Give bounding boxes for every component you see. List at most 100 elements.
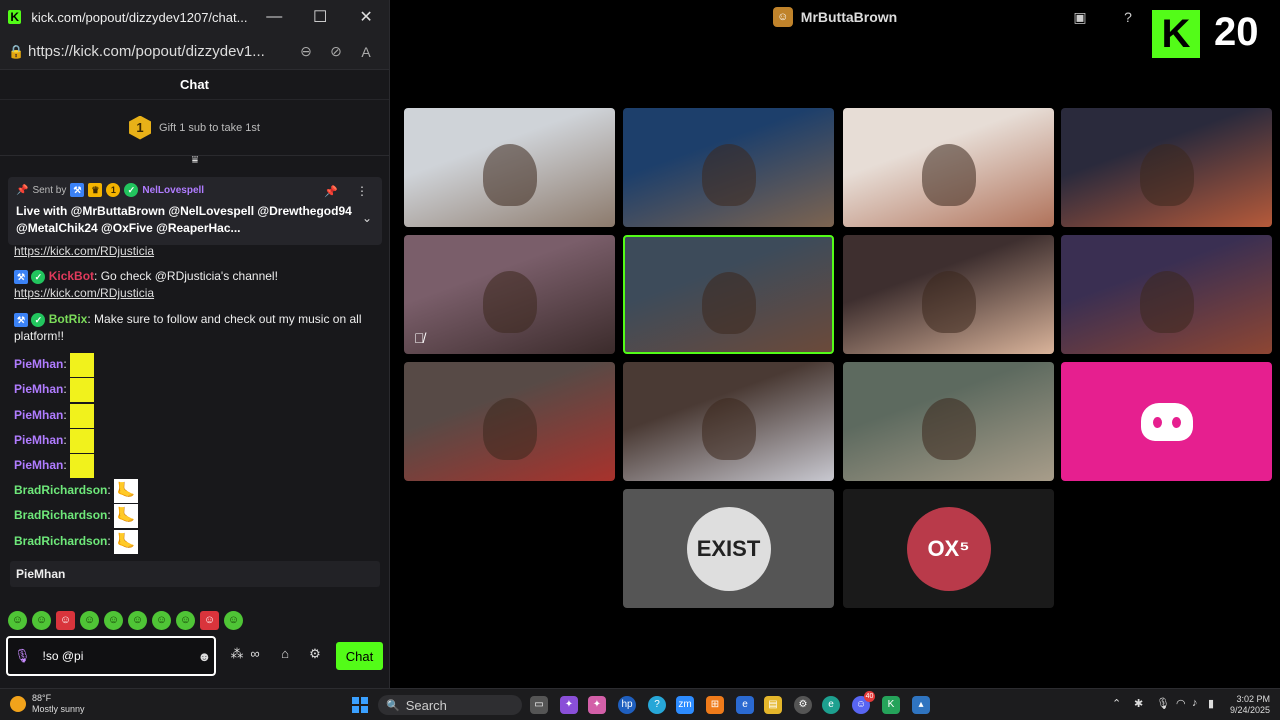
message-link[interactable]: https://kick.com/RDjusticia — [14, 244, 154, 258]
participant-video-tile[interactable] — [623, 235, 834, 354]
emote-shortcut-icon[interactable]: ☺ — [56, 611, 75, 630]
bluetooth-icon[interactable]: ✱ — [1134, 697, 1143, 710]
url-field[interactable]: https://kick.com/popout/dizzydev1... — [28, 43, 291, 60]
file-explorer-icon[interactable]: ▤ — [764, 696, 782, 714]
message-username[interactable]: PieMhan — [14, 433, 63, 447]
settings-gear-icon[interactable]: ⚙ — [304, 646, 326, 662]
participant-video-tile[interactable] — [623, 362, 834, 481]
store-icon[interactable]: ⌂ — [274, 646, 296, 661]
infinity-icon[interactable]: ∞ — [244, 646, 266, 661]
task-view-icon[interactable]: ▭ — [530, 696, 548, 714]
clock-time: 3:02 PM — [1236, 694, 1270, 704]
message-username[interactable]: BradRichardson — [14, 534, 107, 548]
emote-shortcut-icon[interactable]: ☺ — [200, 611, 219, 630]
emoji-icon[interactable]: ☻ — [198, 649, 212, 664]
participant-video-tile[interactable] — [843, 108, 1054, 227]
pin-icon[interactable]: 📌 — [324, 185, 338, 198]
emote-shortcut-icon[interactable]: ☺ — [8, 611, 27, 630]
yellow-emote-icon[interactable] — [70, 454, 95, 478]
participant-video-tile[interactable] — [404, 108, 615, 227]
message-username[interactable]: KickBot — [49, 269, 94, 283]
windows-store-icon[interactable]: ⊞ — [706, 696, 724, 714]
foot-emote-icon[interactable]: 🦶 — [114, 479, 139, 503]
filter-icon[interactable]: ⩸ — [188, 154, 202, 168]
edge-dev-icon[interactable]: e — [736, 696, 754, 714]
message-username[interactable]: BradRichardson — [14, 483, 107, 497]
hp-icon[interactable]: hp — [618, 696, 636, 714]
mic-tray-icon[interactable]: 🎙 — [1156, 697, 1170, 710]
participant-avatar-tile[interactable]: OX⁵ — [843, 489, 1054, 608]
emote-shortcut-icon[interactable]: ☺ — [152, 611, 171, 630]
participant-video-tile[interactable] — [623, 108, 834, 227]
reply-target[interactable]: PieMhan — [10, 561, 380, 587]
yellow-emote-icon[interactable] — [70, 378, 95, 402]
yellow-emote-icon[interactable] — [70, 353, 95, 377]
chat-header: Chat — [0, 70, 389, 100]
minimize-button[interactable]: — — [251, 8, 297, 26]
pinned-text: Live with @MrButtaBrown @NelLovespell @D… — [16, 204, 352, 235]
chevron-down-icon[interactable]: ⌄ — [362, 211, 372, 225]
close-button[interactable]: ✕ — [343, 7, 389, 27]
tracking-prevention-icon[interactable]: ⊘ — [321, 43, 351, 60]
pin-small-icon: 📌 — [16, 184, 29, 196]
yellow-emote-icon[interactable] — [70, 404, 95, 428]
message-username[interactable]: PieMhan — [14, 458, 63, 472]
message-link[interactable]: https://kick.com/RDjusticia — [14, 286, 154, 300]
message-username[interactable]: BotRix — [49, 312, 88, 326]
microphone-icon[interactable]: 🎙 — [14, 648, 31, 664]
participant-video-tile[interactable] — [1061, 108, 1272, 227]
pinned-username[interactable]: NelLovespell — [142, 185, 204, 196]
emote-shortcut-icon[interactable]: ☺ — [224, 611, 243, 630]
maximize-button[interactable]: ☐ — [297, 7, 343, 27]
message-username[interactable]: PieMhan — [14, 382, 63, 396]
battery-icon[interactable]: ▮ — [1208, 697, 1214, 710]
send-chat-button[interactable]: Chat — [336, 642, 383, 670]
participant-video-tile[interactable]: 🎙̸ — [404, 235, 615, 354]
emote-shortcut-icon[interactable]: ☺ — [104, 611, 123, 630]
tray-chevron-icon[interactable]: ⌃ — [1112, 697, 1121, 710]
chat-input-container[interactable]: 🎙 ☻ — [6, 636, 216, 676]
discord-tile[interactable] — [1061, 362, 1272, 481]
taskbar-clock[interactable]: 3:02 PM 9/24/2025 — [1226, 694, 1270, 716]
emote-shortcut-icon[interactable]: ☺ — [32, 611, 51, 630]
help-icon[interactable]: ? — [1118, 7, 1138, 27]
read-aloud-icon[interactable]: A — [351, 44, 381, 60]
settings-app-icon[interactable]: ⚙ — [794, 696, 812, 714]
yellow-emote-icon[interactable] — [70, 429, 95, 453]
streaming-app-icon[interactable]: ▴ — [912, 696, 930, 714]
zoom-icon[interactable]: ⊖ — [291, 43, 321, 60]
gift-leaderboard[interactable]: 1 Gift 1 sub to take 1st — [0, 100, 389, 156]
copilot-app-icon[interactable]: ✦ — [588, 696, 606, 714]
weather-widget[interactable]: 88°F Mostly sunny — [10, 693, 85, 715]
foot-emote-icon[interactable]: 🦶 — [114, 530, 139, 554]
store-app-icon[interactable]: ? — [648, 696, 666, 714]
chat-input[interactable] — [42, 649, 198, 663]
emote-shortcut-icon[interactable]: ☺ — [128, 611, 147, 630]
message-username[interactable]: BradRichardson — [14, 508, 107, 522]
participant-video-tile[interactable] — [1061, 235, 1272, 354]
taskbar-search[interactable]: 🔍 Search — [378, 695, 522, 715]
zoom-app-icon[interactable]: zm — [676, 696, 694, 714]
participant-video-tile[interactable] — [843, 235, 1054, 354]
lock-icon[interactable]: 🔒 — [8, 44, 28, 60]
wifi-icon[interactable]: ◠ — [1176, 697, 1186, 710]
message-username[interactable]: PieMhan — [14, 408, 63, 422]
message-username[interactable]: PieMhan — [14, 357, 63, 371]
moderator-badge-icon: ⚒ — [14, 269, 28, 284]
verified-badge-icon: ✓ — [31, 312, 46, 327]
emote-shortcut-icon[interactable]: ☺ — [80, 611, 99, 630]
participant-video-tile[interactable] — [843, 362, 1054, 481]
copilot-icon[interactable]: ✦ — [560, 696, 578, 714]
volume-icon[interactable]: ♪ — [1192, 697, 1198, 709]
edge-browser-icon[interactable]: e — [822, 696, 840, 714]
start-button[interactable] — [352, 697, 368, 713]
more-options-icon[interactable]: ⋮ — [356, 184, 368, 198]
host-avatar[interactable]: ☺ — [772, 7, 793, 27]
record-icon[interactable]: ▣ — [1070, 7, 1090, 27]
host-name[interactable]: MrButtaBrown — [801, 9, 897, 25]
foot-emote-icon[interactable]: 🦶 — [114, 504, 139, 528]
participant-avatar-tile[interactable]: EXIST — [623, 489, 834, 608]
emote-shortcut-icon[interactable]: ☺ — [176, 611, 195, 630]
kick-app-icon[interactable]: K — [882, 696, 900, 714]
participant-video-tile[interactable] — [404, 362, 615, 481]
